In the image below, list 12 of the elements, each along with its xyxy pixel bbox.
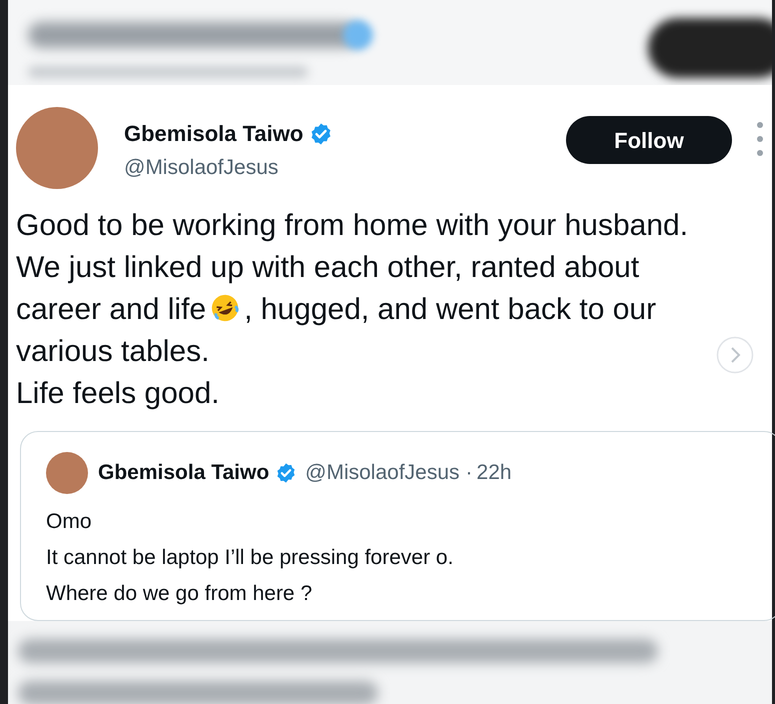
more-options-icon[interactable] xyxy=(756,121,764,157)
quoted-timestamp: 22h xyxy=(476,460,512,486)
quoted-author-handle: @MisolaofJesus xyxy=(305,460,460,486)
separator-dot: · xyxy=(466,460,473,486)
laughing-emoji-icon xyxy=(210,293,240,323)
author-handle[interactable]: @MisolaofJesus xyxy=(124,152,334,184)
tweet-text: Good to be working from home with your husband. We just linked up with each other, ranted about career and life , hugged, and went back to our various tables. Life feels good. xyxy=(16,208,688,412)
follow-button[interactable]: Follow xyxy=(566,116,732,164)
quoted-tweet-text: Omo It cannot be laptop I’ll be pressing forever o. Where do we go from here ? xyxy=(46,509,454,607)
quoted-avatar xyxy=(46,452,88,494)
author-name[interactable]: Gbemisola Taiwo xyxy=(124,117,304,150)
quoted-author-name: Gbemisola Taiwo xyxy=(98,460,270,486)
